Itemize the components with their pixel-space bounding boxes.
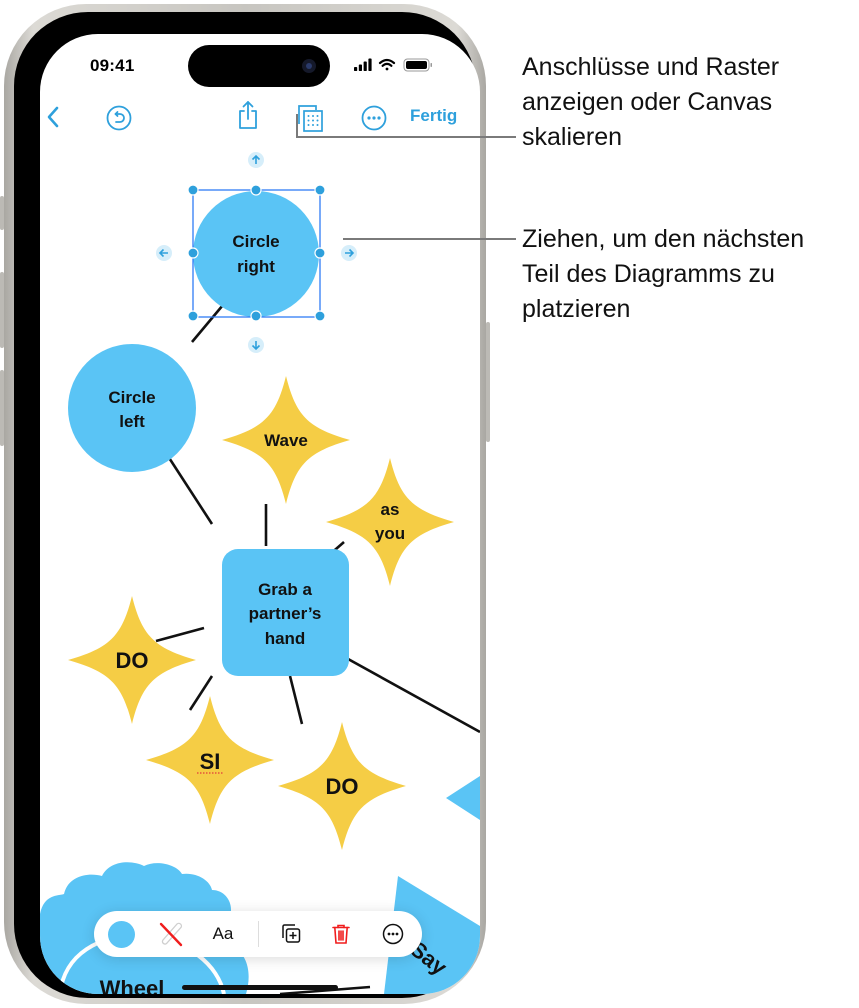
connector: [162, 449, 214, 525]
view-options-button[interactable]: [297, 104, 325, 134]
fill-color-swatch: [107, 920, 135, 948]
battery-icon: [403, 58, 432, 72]
partial-shape[interactable]: [446, 776, 480, 820]
duplicate-icon: [282, 924, 301, 943]
node-label: partner’s: [249, 604, 322, 623]
ellipsis-circle-icon: [361, 105, 387, 131]
node-label: as: [381, 500, 400, 519]
node-label: you: [375, 524, 405, 543]
arrow-down-icon[interactable]: [248, 337, 264, 353]
resize-handle[interactable]: [314, 247, 326, 259]
node-label: DO: [326, 774, 359, 799]
node-do-left[interactable]: DO: [68, 596, 196, 724]
node-label: hand: [265, 629, 306, 648]
grid-layers-icon: [298, 105, 323, 132]
resize-handle[interactable]: [314, 310, 326, 322]
arrow-up-icon[interactable]: [248, 152, 264, 168]
callout-connection-arrow: Ziehen, um den nächsten Teil des Diagram…: [522, 222, 804, 327]
node-wave[interactable]: Wave: [222, 376, 350, 504]
resize-handle[interactable]: [187, 310, 199, 322]
status-time: 09:41: [90, 56, 135, 75]
callout-leader-line: [296, 114, 298, 137]
callout-line-text: anzeigen oder Canvas: [522, 88, 773, 116]
share-icon: [239, 101, 257, 129]
toolbar-divider: [258, 921, 259, 947]
cellular-signal-icon: [354, 58, 372, 71]
callout-line-text: Anschlüsse und Raster: [522, 53, 780, 81]
diagram-canvas[interactable]: Wheel Say Circle right Circle left Wave …: [40, 34, 480, 994]
share-button[interactable]: [236, 100, 260, 130]
node-label: Grab a: [258, 580, 312, 599]
no-stroke-icon: [159, 922, 183, 947]
fill-color-button[interactable]: [106, 911, 136, 957]
undo-button[interactable]: [106, 105, 132, 131]
node-label: Circle: [232, 232, 279, 251]
status-icons: [354, 58, 432, 72]
trash-icon: [332, 924, 350, 944]
format-bar: Aa: [94, 911, 422, 957]
back-button[interactable]: [46, 106, 60, 128]
node-label: Wheel: [100, 976, 165, 994]
connector: [329, 647, 480, 734]
chevron-left-icon: [47, 106, 59, 128]
phone-bezel: Wheel Say Circle right Circle left Wave …: [14, 12, 480, 998]
connector: [288, 675, 304, 725]
resize-handle[interactable]: [187, 184, 199, 196]
callout-leader-line: [296, 136, 516, 138]
home-indicator[interactable]: [182, 985, 338, 990]
undo-icon: [106, 105, 132, 131]
more-button[interactable]: [361, 105, 387, 131]
resize-handle[interactable]: [250, 184, 262, 196]
dynamic-island: [188, 45, 330, 87]
resize-handle[interactable]: [187, 247, 199, 259]
node-circle-left[interactable]: Circle left: [68, 344, 196, 472]
resize-handle[interactable]: [250, 310, 262, 322]
done-button[interactable]: Fertig: [410, 106, 457, 126]
delete-button[interactable]: [326, 911, 356, 957]
callout-view-options: Anschlüsse und Raster anzeigen oder Canv…: [522, 50, 779, 155]
node-label: Wave: [264, 431, 308, 450]
callout-line-text: Teil des Diagramms zu: [522, 260, 775, 288]
wifi-icon: [378, 58, 396, 71]
callout-leader-line: [343, 238, 516, 240]
node-label: right: [237, 257, 275, 276]
callout-line-text: platzieren: [522, 295, 631, 323]
node-si[interactable]: SI: [146, 696, 274, 824]
node-label: SI: [200, 749, 221, 774]
phone-frame: Wheel Say Circle right Circle left Wave …: [4, 4, 486, 1004]
callout-line-text: Ziehen, um den nächsten: [522, 225, 805, 253]
connector: [155, 626, 205, 643]
camera-icon: [302, 59, 316, 73]
power-button: [486, 322, 490, 442]
screen: Wheel Say Circle right Circle left Wave …: [40, 34, 480, 994]
node-label: left: [119, 412, 145, 431]
duplicate-button[interactable]: [276, 911, 306, 957]
text-style-button[interactable]: Aa: [206, 911, 240, 957]
node-label: DO: [116, 648, 149, 673]
node-grab-hand[interactable]: Grab a partner’s hand: [222, 549, 349, 676]
more-options-button[interactable]: [378, 911, 408, 957]
resize-handle[interactable]: [314, 184, 326, 196]
node-circle-right[interactable]: Circle right: [193, 191, 319, 317]
arrow-left-icon[interactable]: [156, 245, 172, 261]
ellipsis-circle-icon: [382, 923, 404, 945]
node-label: Circle: [108, 388, 155, 407]
stroke-button[interactable]: [156, 911, 186, 957]
node-do-bottom[interactable]: DO: [278, 722, 406, 850]
arrow-right-icon[interactable]: [341, 245, 357, 261]
callout-line-text: skalieren: [522, 123, 623, 151]
